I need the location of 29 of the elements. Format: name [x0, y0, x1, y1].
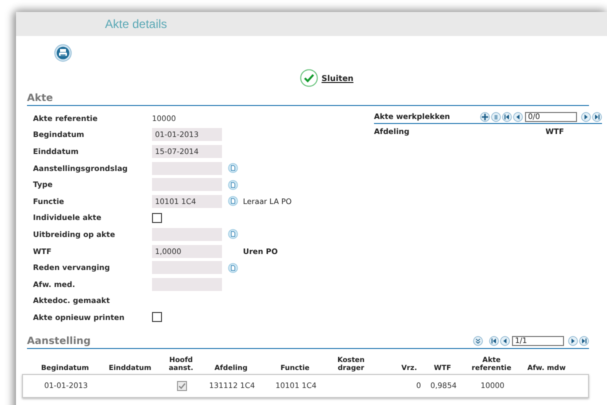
close-link[interactable]: Sluiten [322, 74, 354, 82]
input-field[interactable] [152, 228, 222, 241]
input-field[interactable] [152, 278, 222, 291]
window-title: Akte details [105, 17, 168, 31]
last-page-icon[interactable] [592, 112, 602, 122]
checkbox[interactable] [177, 380, 187, 391]
lookup-icon[interactable] [228, 196, 238, 206]
previous-page-icon[interactable] [513, 112, 523, 122]
collapse-icon[interactable] [473, 336, 483, 346]
lookup-icon[interactable] [228, 180, 238, 190]
input-field[interactable] [152, 178, 222, 192]
checkbox[interactable] [152, 312, 162, 322]
lookup-icon[interactable] [228, 262, 238, 273]
first-page-icon[interactable] [489, 336, 499, 346]
input-field[interactable] [152, 162, 222, 175]
next-page-icon[interactable] [568, 336, 578, 346]
input-field[interactable] [152, 261, 222, 274]
add-icon[interactable] [480, 112, 490, 122]
checkbox[interactable] [152, 212, 162, 223]
last-page-icon[interactable] [579, 336, 589, 346]
first-page-icon[interactable] [502, 112, 512, 122]
previous-page-icon[interactable] [500, 336, 510, 346]
lookup-icon[interactable] [228, 163, 238, 174]
section-heading: Aanstelling [27, 336, 91, 348]
lookup-icon[interactable] [228, 229, 238, 240]
print-icon[interactable] [54, 44, 72, 62]
section-heading: Akte [27, 93, 53, 105]
check-icon[interactable] [300, 69, 318, 87]
next-page-icon[interactable] [581, 112, 591, 122]
